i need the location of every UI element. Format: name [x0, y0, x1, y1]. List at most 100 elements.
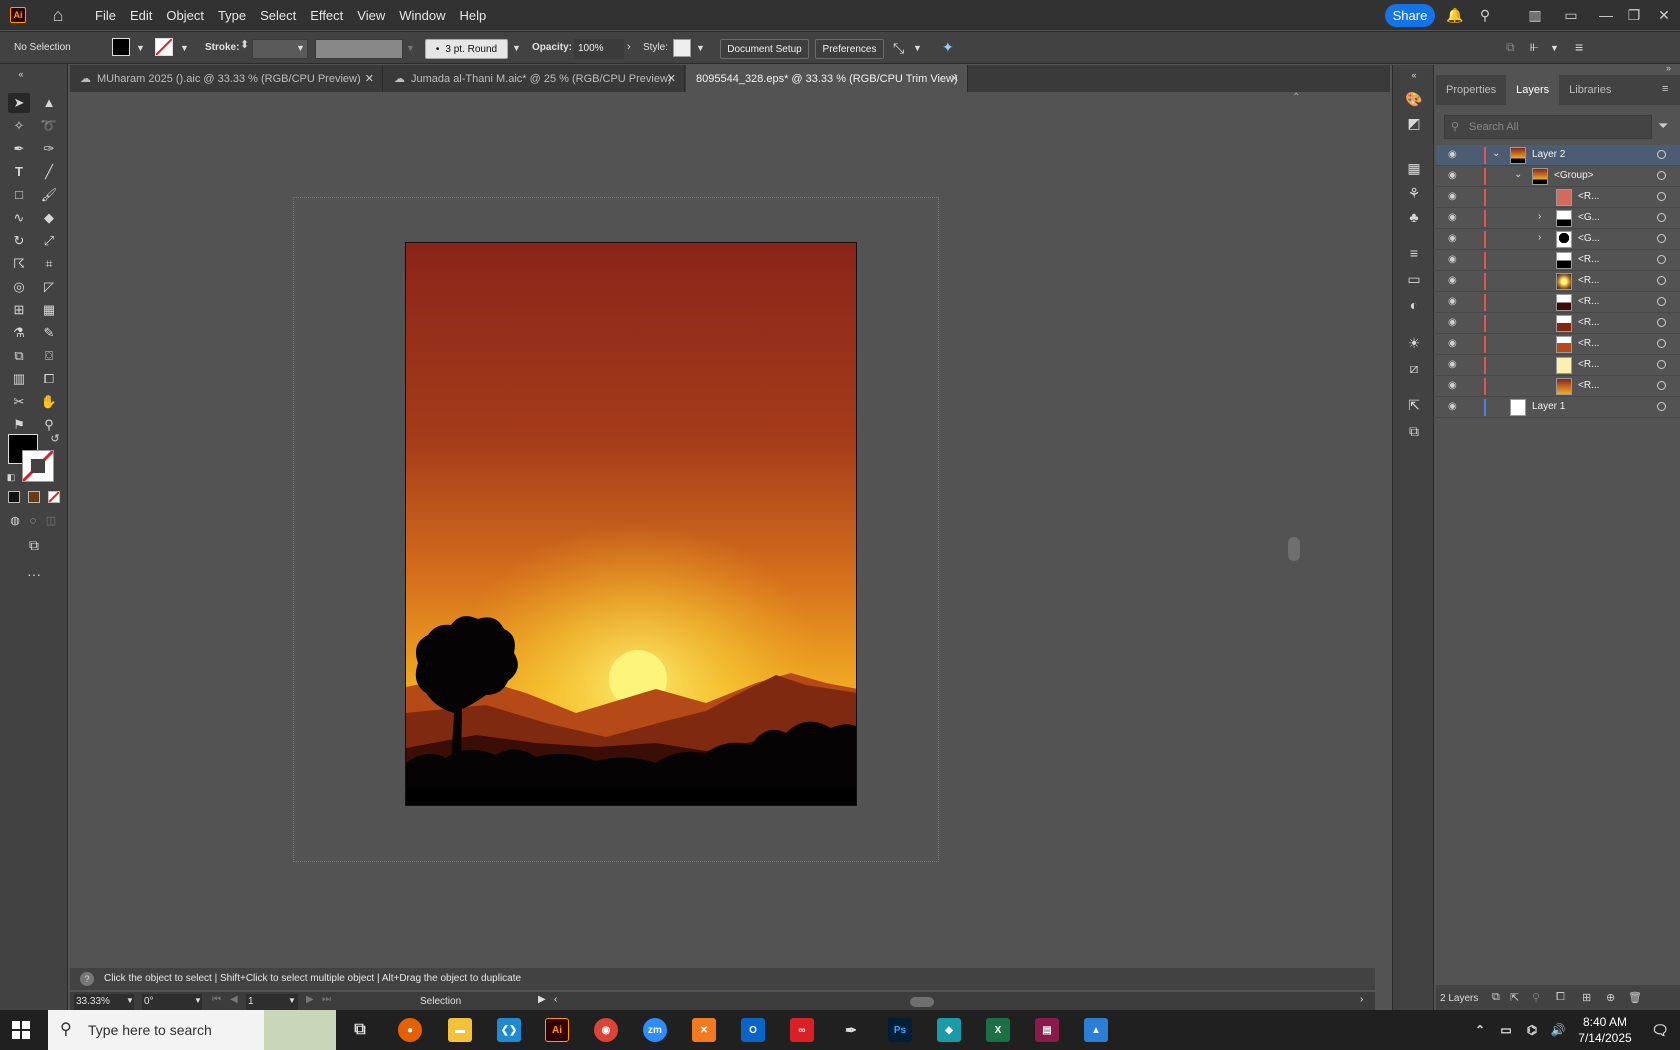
canvas[interactable]: ⌃: [70, 92, 1375, 967]
target-icon[interactable]: [1657, 213, 1666, 222]
shaper-tool-icon[interactable]: ∿: [8, 208, 30, 228]
chevron-down-icon[interactable]: ▼: [288, 996, 296, 1005]
layer-row[interactable]: ◉ › <G...: [1436, 229, 1680, 250]
eye-icon[interactable]: ◉: [1448, 212, 1462, 224]
pen-tool-icon[interactable]: ✒: [8, 139, 30, 159]
chevron-down-icon[interactable]: ▼: [126, 996, 134, 1005]
warp-tool-icon[interactable]: ☈: [8, 254, 30, 274]
line-tool-icon[interactable]: ╱: [38, 162, 60, 182]
shape-builder-icon[interactable]: ◎: [8, 277, 30, 297]
target-icon[interactable]: [1657, 360, 1666, 369]
windows-start-icon[interactable]: [12, 1021, 30, 1039]
layer-row[interactable]: ◉ <R...: [1436, 271, 1680, 292]
eye-icon[interactable]: ◉: [1448, 380, 1462, 392]
rectangle-tool-icon[interactable]: □: [8, 185, 30, 205]
opacity-field[interactable]: 100%: [574, 39, 624, 59]
minimize-icon[interactable]: —: [1597, 6, 1615, 24]
collapse-icon[interactable]: «: [10, 64, 32, 84]
chevron-up-icon[interactable]: ⌃: [1468, 1018, 1492, 1042]
notifications-icon[interactable]: 🗨: [1648, 1018, 1672, 1042]
slice-tool-icon[interactable]: ✂: [8, 392, 30, 412]
collect-export-icon[interactable]: ⧉: [1492, 991, 1500, 1004]
eye-icon[interactable]: ◉: [1448, 275, 1462, 287]
chevron-down-icon[interactable]: ▼: [136, 43, 145, 53]
target-icon[interactable]: [1657, 381, 1666, 390]
paintbrush-tool-icon[interactable]: 🖌: [38, 185, 60, 205]
taskbar-search-input[interactable]: ⚲ Type here to search: [48, 1010, 336, 1050]
chevron-right-icon[interactable]: ›: [1538, 232, 1541, 243]
trash-icon[interactable]: 🗑: [1628, 991, 1642, 1004]
gradient-mode-icon[interactable]: [28, 491, 40, 503]
gradient-tool-icon[interactable]: ▦: [38, 300, 60, 320]
clock[interactable]: 8:40 AM 7/14/2025: [1565, 1014, 1645, 1046]
menu-type[interactable]: Type: [211, 8, 253, 23]
zoom-field[interactable]: 33.33%: [74, 994, 134, 1010]
xampp-icon[interactable]: ✕: [692, 1018, 716, 1042]
outlook-icon[interactable]: O: [741, 1018, 765, 1042]
excel-icon[interactable]: X: [986, 1018, 1010, 1042]
horizontal-scroll-thumb[interactable]: [910, 997, 934, 1007]
eraser-tool-icon[interactable]: ◆: [38, 208, 60, 228]
appearance-icon[interactable]: ☀: [1404, 333, 1424, 353]
layer-row[interactable]: ◉ ⌄ Layer 2: [1436, 145, 1680, 166]
document-setup-button[interactable]: Document Setup: [720, 39, 809, 59]
layer-row[interactable]: ◉ <R...: [1436, 187, 1680, 208]
panel-options-icon[interactable]: ⫦: [1530, 38, 1538, 55]
eye-icon[interactable]: ◉: [1448, 233, 1462, 245]
menu-edit[interactable]: Edit: [123, 8, 159, 23]
search-icon[interactable]: ⚲: [1476, 6, 1494, 24]
symbol-sprayer-icon[interactable]: ⌼: [38, 346, 60, 366]
tab-document-3[interactable]: 8095544_328.eps* @ 33.33 % (RGB/CPU Trim…: [686, 65, 968, 92]
target-icon[interactable]: [1657, 276, 1666, 285]
tab-document-1[interactable]: ☁ MUharam 2025 ().aic @ 33.33 % (RGB/CPU …: [70, 65, 383, 92]
recolor-icon[interactable]: ✦: [942, 39, 954, 56]
scroll-up-icon[interactable]: ⌃: [1292, 92, 1300, 103]
chrome-icon[interactable]: ◉: [594, 1018, 618, 1042]
layer-row[interactable]: ◉ <R...: [1436, 355, 1680, 376]
eyedropper-icon[interactable]: ⚗: [8, 323, 30, 343]
firefox-icon[interactable]: ●: [398, 1018, 422, 1042]
stepper-icon[interactable]: ⬍: [240, 38, 249, 51]
new-layer-icon[interactable]: ⊕: [1606, 991, 1615, 1004]
export-icon[interactable]: ⇱: [1510, 991, 1519, 1004]
color-panel-icon[interactable]: 🎨: [1404, 89, 1424, 109]
eye-icon[interactable]: ◉: [1448, 170, 1462, 182]
tab-close-icon[interactable]: ✕: [667, 72, 676, 85]
photos-icon[interactable]: ▲: [1084, 1018, 1108, 1042]
eye-icon[interactable]: ◉: [1448, 317, 1462, 329]
layer-row[interactable]: ◉ › <G...: [1436, 208, 1680, 229]
menu-list-icon[interactable]: ≡: [1575, 39, 1583, 55]
more-tools-icon[interactable]: ···: [23, 564, 45, 584]
status-menu-icon[interactable]: ▶: [538, 994, 546, 1005]
tab-close-icon[interactable]: ✕: [950, 72, 959, 85]
locate-object-icon[interactable]: ⚲: [1532, 991, 1540, 1004]
layer-row[interactable]: ◉ <R...: [1436, 334, 1680, 355]
gradient-panel-icon[interactable]: ▭: [1404, 269, 1424, 289]
target-icon[interactable]: [1657, 339, 1666, 348]
chevron-down-icon[interactable]: ⌄: [1492, 148, 1500, 159]
direct-selection-tool-icon[interactable]: ▲: [38, 93, 60, 113]
share-button[interactable]: Share: [1385, 4, 1435, 27]
bell-icon[interactable]: 🔔: [1446, 6, 1464, 24]
pen-app-icon[interactable]: ✒: [839, 1018, 863, 1042]
none-mode-icon[interactable]: [48, 491, 60, 503]
network-icon[interactable]: ▭: [1494, 1018, 1518, 1042]
free-transform-icon[interactable]: ⌗: [38, 254, 60, 274]
target-icon[interactable]: [1657, 402, 1666, 411]
menu-effect[interactable]: Effect: [303, 8, 350, 23]
measure-tool-icon[interactable]: ✎: [38, 323, 60, 343]
chevron-right-icon[interactable]: ›: [1538, 211, 1541, 222]
chevron-down-icon[interactable]: ▼: [194, 996, 202, 1005]
target-icon[interactable]: [1657, 192, 1666, 201]
next-artboard-icon[interactable]: ▶: [306, 994, 314, 1005]
brushes-icon[interactable]: ⚘: [1404, 183, 1424, 203]
rotation-field[interactable]: 0°: [142, 994, 202, 1010]
layer-row[interactable]: ◉ Layer 1: [1436, 397, 1680, 418]
export-icon[interactable]: ⇱: [1404, 395, 1424, 415]
eye-icon[interactable]: ◉: [1448, 254, 1462, 266]
chevron-down-icon[interactable]: ▼: [296, 43, 305, 53]
winrar-icon[interactable]: ▤: [1035, 1018, 1059, 1042]
color-guide-icon[interactable]: ◩: [1404, 113, 1424, 133]
brush-definition-field[interactable]: • 3 pt. Round: [425, 39, 508, 59]
tab-document-2[interactable]: ☁ Jumada al-Thani M.aic* @ 25 % (RGB/CPU …: [384, 65, 685, 92]
